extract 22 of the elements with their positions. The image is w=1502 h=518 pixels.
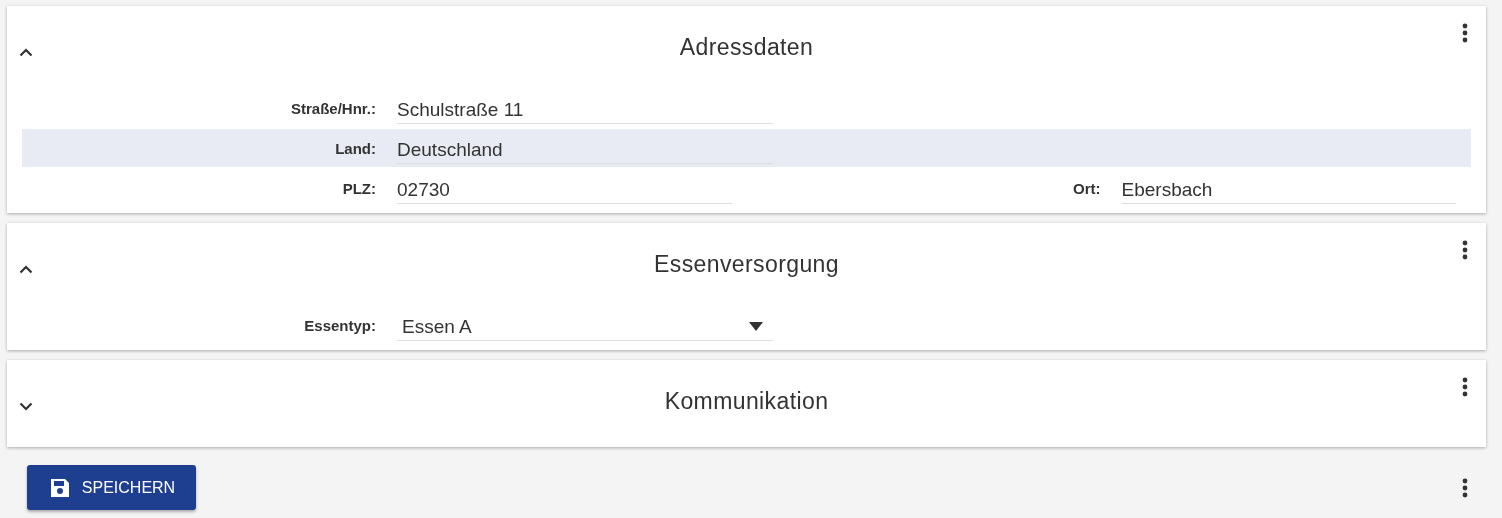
input-field[interactable]: Deutschland (397, 132, 773, 164)
save-button[interactable]: SPEICHERN (27, 465, 196, 510)
select-field[interactable]: Essen A (397, 309, 773, 341)
collapse-chevron-icon[interactable] (19, 265, 33, 274)
collapse-chevron-icon[interactable] (19, 48, 33, 57)
panel-title: Kommunikation (664, 387, 829, 415)
field-label: Land: (334, 139, 376, 157)
input-field[interactable]: Schulstraße 11 (397, 92, 773, 124)
expand-chevron-icon[interactable] (19, 402, 33, 411)
input-field[interactable]: Ebersbach (1121, 172, 1456, 204)
more-options-icon[interactable] (1462, 377, 1468, 397)
panel-title: Adressdaten (679, 33, 814, 61)
dropdown-arrow-icon (749, 322, 763, 331)
field-label: PLZ: (341, 179, 376, 197)
panel-title: Essenversorgung (654, 250, 839, 278)
field-label: Ort: (1072, 179, 1101, 197)
more-options-icon[interactable] (1462, 240, 1468, 260)
more-options-icon[interactable] (1462, 477, 1468, 498)
input-field[interactable]: 02730 (397, 172, 732, 204)
field-label: Straße/Hnr.: (289, 99, 376, 117)
field-label: Essentyp: (303, 316, 376, 334)
more-options-icon[interactable] (1462, 23, 1468, 43)
